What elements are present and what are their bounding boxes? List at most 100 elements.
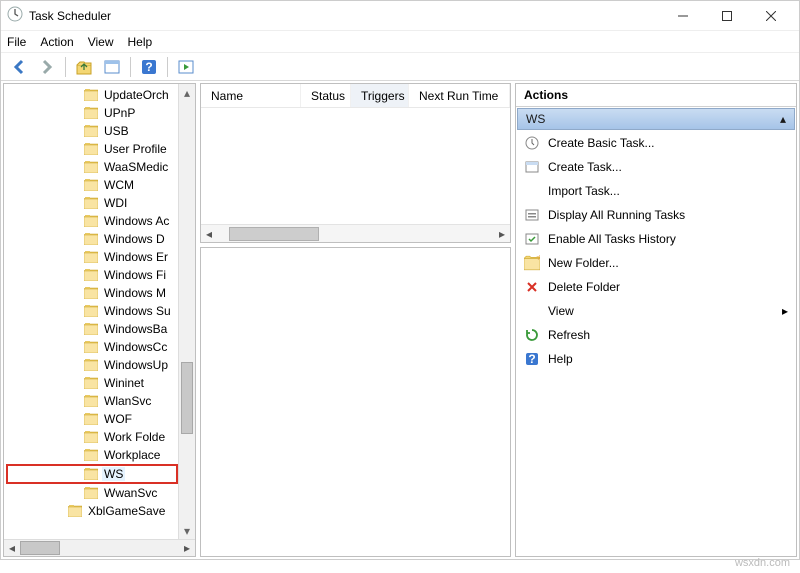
maximize-button[interactable] (705, 1, 749, 31)
action-icon (524, 231, 540, 247)
tree-item-label: User Profile (102, 142, 169, 156)
action-label: View (548, 304, 574, 318)
tree-item[interactable]: USB (6, 122, 178, 140)
hscroll-thumb[interactable] (20, 541, 60, 555)
action-item[interactable]: Refresh (516, 323, 796, 347)
action-label: Help (548, 352, 573, 366)
action-item[interactable]: Create Basic Task... (516, 131, 796, 155)
action-icon (524, 303, 540, 319)
tree-item-label: WDI (102, 196, 129, 210)
col-status[interactable]: Status (301, 84, 351, 107)
tree-item[interactable]: Wininet (6, 374, 178, 392)
back-button[interactable] (7, 56, 31, 78)
tree-item[interactable]: WlanSvc (6, 392, 178, 410)
tree-item-label: WindowsUp (102, 358, 170, 372)
tree-item-label: Windows M (102, 286, 168, 300)
tree-item-label: WindowsCc (102, 340, 169, 354)
tree-item[interactable]: UpdateOrch (6, 86, 178, 104)
menu-view[interactable]: View (88, 35, 114, 49)
up-button[interactable] (72, 56, 96, 78)
col-triggers[interactable]: Triggers (351, 84, 409, 107)
tree-item[interactable]: Workplace (6, 446, 178, 464)
tree-hscrollbar[interactable]: ◂ ▸ (4, 539, 195, 556)
help-button[interactable]: ? (137, 56, 161, 78)
tree-item[interactable]: WwanSvc (6, 484, 178, 502)
tree-item[interactable]: WindowsBa (6, 320, 178, 338)
tree-item-selected[interactable]: WS (6, 464, 178, 484)
menu-action[interactable]: Action (40, 35, 73, 49)
tasklist-hscrollbar[interactable]: ◂ ▸ (201, 224, 510, 242)
minimize-button[interactable] (661, 1, 705, 31)
tree-pane: UpdateOrch UPnP USB User Profile WaaSMedic WC… (3, 83, 196, 557)
tree-item-label: UPnP (102, 106, 137, 120)
forward-button[interactable] (35, 56, 59, 78)
tree-scroll[interactable]: UpdateOrch UPnP USB User Profile WaaSMedic WC… (4, 84, 178, 539)
hscroll-thumb[interactable] (229, 227, 319, 241)
tree-item[interactable]: Windows M (6, 284, 178, 302)
tree-item-label: WCM (102, 178, 136, 192)
tree-item[interactable]: WaaSMedic (6, 158, 178, 176)
task-list-body[interactable] (201, 108, 510, 224)
tree-item[interactable]: Windows Fi (6, 266, 178, 284)
tree-item[interactable]: WOF (6, 410, 178, 428)
action-item[interactable]: Delete Folder (516, 275, 796, 299)
tree-item[interactable]: User Profile (6, 140, 178, 158)
task-detail-pane (200, 247, 511, 557)
scroll-left-icon[interactable]: ◂ (201, 226, 217, 242)
view-toggle-button[interactable] (100, 56, 124, 78)
action-icon (524, 183, 540, 199)
actions-section-label: WS (526, 112, 545, 126)
actions-title: Actions (516, 84, 796, 107)
vscroll-thumb[interactable] (181, 362, 193, 434)
collapse-icon: ▴ (780, 112, 786, 126)
tree-item[interactable]: WDI (6, 194, 178, 212)
app-icon (7, 6, 23, 25)
action-icon (524, 279, 540, 295)
tree-item[interactable]: Windows Su (6, 302, 178, 320)
window-title: Task Scheduler (29, 9, 111, 23)
tree-item[interactable]: Windows D (6, 230, 178, 248)
toolbar: ? (1, 53, 799, 81)
action-icon (524, 327, 540, 343)
tree-item[interactable]: Windows Ac (6, 212, 178, 230)
col-name[interactable]: Name (201, 84, 301, 107)
action-label: Import Task... (548, 184, 620, 198)
tree-item[interactable]: XblGameSave (6, 502, 178, 520)
close-button[interactable] (749, 1, 793, 31)
tree-item-label: WS (102, 467, 125, 481)
scroll-right-icon[interactable]: ▸ (179, 540, 195, 556)
action-item[interactable]: Import Task... (516, 179, 796, 203)
tree-item[interactable]: Windows Er (6, 248, 178, 266)
tree-item[interactable]: UPnP (6, 104, 178, 122)
col-nextrun[interactable]: Next Run Time (409, 84, 510, 107)
scroll-down-icon[interactable]: ▾ (179, 522, 195, 539)
action-item[interactable]: View▸ (516, 299, 796, 323)
tree-item[interactable]: WindowsCc (6, 338, 178, 356)
tree-item[interactable]: WCM (6, 176, 178, 194)
actions-section-header[interactable]: WS ▴ (517, 108, 795, 130)
scroll-up-icon[interactable]: ▴ (179, 84, 195, 101)
tree-item[interactable]: Work Folde (6, 428, 178, 446)
tree-item-label: Windows Er (102, 250, 170, 264)
scroll-right-icon[interactable]: ▸ (494, 226, 510, 242)
tree-item-label: Work Folde (102, 430, 167, 444)
tree-item-label: WwanSvc (102, 486, 159, 500)
scroll-left-icon[interactable]: ◂ (4, 540, 20, 556)
titlebar: Task Scheduler (1, 1, 799, 31)
action-icon (524, 207, 540, 223)
action-item[interactable]: Create Task... (516, 155, 796, 179)
action-item[interactable]: Enable All Tasks History (516, 227, 796, 251)
action-item[interactable]: ?Help (516, 347, 796, 371)
action-label: Refresh (548, 328, 590, 342)
run-button[interactable] (174, 56, 198, 78)
action-item[interactable]: Display All Running Tasks (516, 203, 796, 227)
action-item[interactable]: ✳New Folder... (516, 251, 796, 275)
tree-item[interactable]: WindowsUp (6, 356, 178, 374)
tree-vscrollbar[interactable]: ▴ ▾ (178, 84, 195, 539)
action-label: Display All Running Tasks (548, 208, 685, 222)
menu-file[interactable]: File (7, 35, 26, 49)
action-icon: ✳ (524, 255, 540, 271)
menu-help[interactable]: Help (128, 35, 153, 49)
tree-item-label: WindowsBa (102, 322, 169, 336)
action-label: Enable All Tasks History (548, 232, 676, 246)
